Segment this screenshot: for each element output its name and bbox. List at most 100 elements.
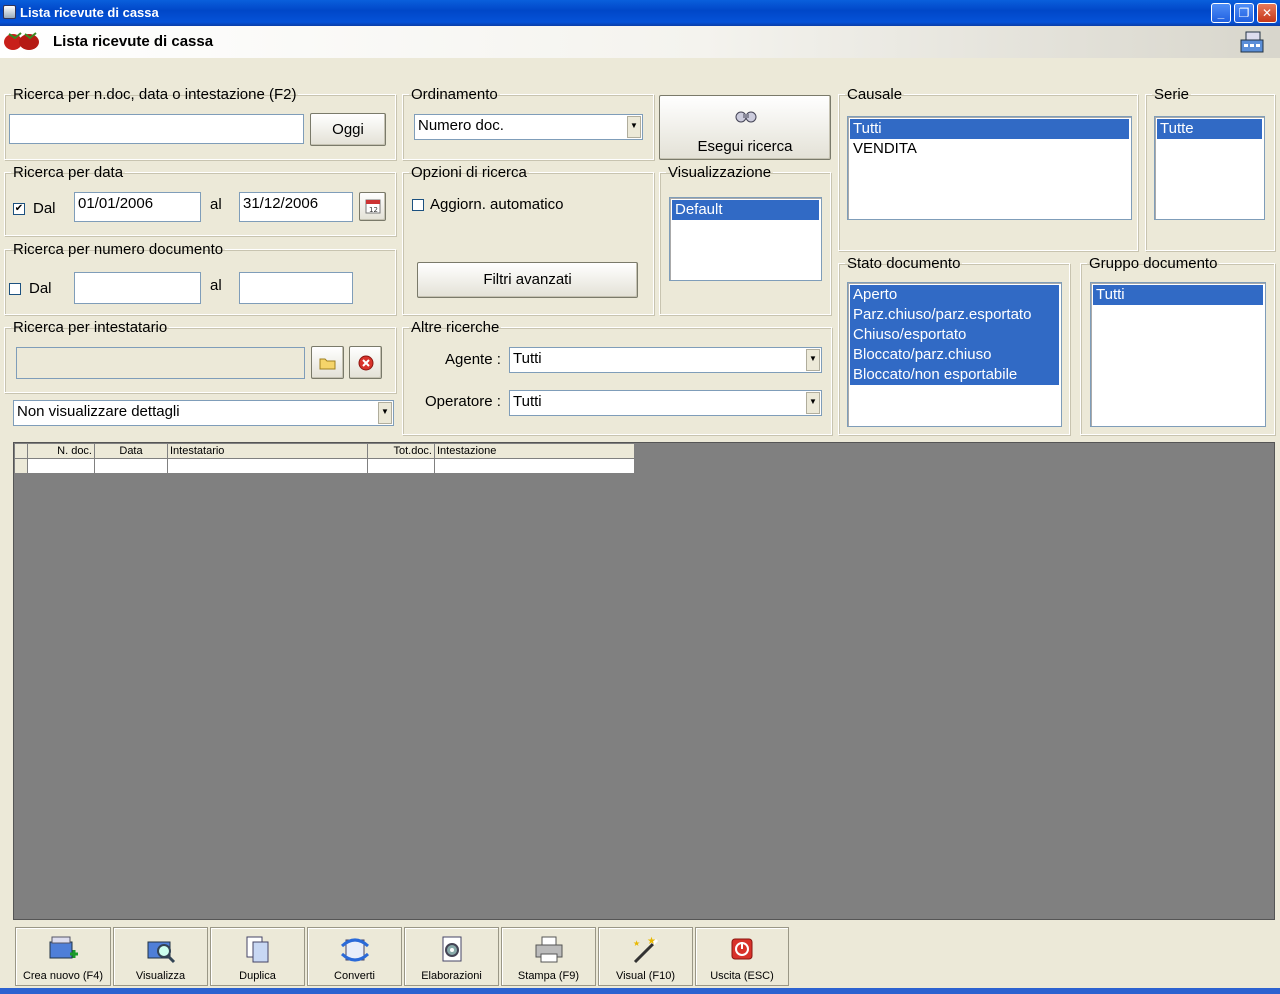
auto-update-label: Aggiorn. automatico [430, 196, 564, 213]
svg-text:12: 12 [369, 206, 378, 214]
exit-button[interactable]: Uscita (ESC) [695, 927, 789, 986]
holder-clear-button[interactable] [349, 346, 382, 379]
table-cell[interactable] [367, 458, 435, 474]
print-button[interactable]: Stampa (F9) [501, 927, 596, 986]
new-document-button[interactable]: Crea nuovo (F4) [15, 927, 111, 986]
column-header-intestatario[interactable]: Intestatario [167, 443, 368, 459]
processing-icon [442, 936, 461, 962]
minimize-button[interactable]: _ [1211, 3, 1231, 23]
agent-combo[interactable]: Tutti ▼ [509, 347, 822, 373]
table-row[interactable] [14, 458, 635, 474]
view-list-item[interactable]: Default [672, 200, 819, 220]
serie-list[interactable]: Tutte [1154, 116, 1265, 220]
search-main-legend: Ricerca per n.doc, data o intestazione (… [13, 86, 297, 103]
sorting-combo[interactable]: Numero doc. ▼ [414, 114, 643, 140]
view-list[interactable]: Default [669, 197, 822, 281]
table-cell[interactable] [434, 458, 635, 474]
duplicate-button[interactable]: Duplica [210, 927, 305, 986]
holder-browse-button[interactable] [311, 346, 344, 379]
search-date-legend: Ricerca per data [13, 164, 124, 181]
doc-state-list-item[interactable]: Parz.chiuso/parz.esportato [850, 305, 1059, 325]
printer-icon [535, 936, 562, 963]
auto-update-checkbox[interactable] [412, 199, 424, 211]
exit-icon [731, 938, 753, 960]
today-button[interactable]: Oggi [310, 113, 386, 146]
agent-label: Agente : [445, 351, 501, 368]
serie-list-item[interactable]: Tutte [1157, 119, 1262, 139]
chevron-down-icon[interactable]: ▼ [806, 349, 820, 371]
visual-label: Visual (F10) [615, 970, 676, 982]
doc-group-list-item[interactable]: Tutti [1093, 285, 1263, 305]
processing-button[interactable]: Elaborazioni [404, 927, 499, 986]
causale-legend: Causale [847, 86, 903, 103]
chevron-down-icon[interactable]: ▼ [627, 116, 641, 138]
svg-text:★: ★ [647, 936, 656, 947]
chevron-down-icon[interactable]: ▼ [806, 392, 820, 414]
sorting-combo-value: Numero doc. [418, 117, 504, 134]
app-icon [3, 5, 16, 19]
svg-text:★: ★ [633, 939, 640, 948]
column-header-intestazione[interactable]: Intestazione [434, 443, 635, 459]
execute-search-button[interactable]: Esegui ricerca [659, 95, 831, 160]
number-from-checkbox[interactable] [9, 283, 21, 295]
results-table[interactable]: N. doc. Data Intestatario Tot.doc. Intes… [14, 443, 635, 474]
date-from-input[interactable]: 01/01/2006 [74, 192, 201, 222]
duplicate-label: Duplica [239, 970, 276, 982]
date-from-label: Dal [33, 200, 56, 217]
causale-list-item[interactable]: VENDITA [850, 139, 1129, 159]
advanced-filters-button[interactable]: Filtri avanzati [417, 262, 638, 298]
convert-button[interactable]: Converti [307, 927, 402, 986]
view-icon [147, 941, 175, 964]
details-combo[interactable]: Non visualizzare dettagli ▼ [13, 400, 394, 426]
doc-state-legend: Stato documento [847, 255, 961, 272]
other-searches-legend: Altre ricerche [411, 319, 500, 336]
doc-state-list-item[interactable]: Bloccato/non esportabile [850, 365, 1059, 385]
holder-input[interactable] [16, 347, 305, 379]
doc-state-list-item[interactable]: Bloccato/parz.chiuso [850, 345, 1059, 365]
number-to-label: al [210, 277, 222, 294]
chevron-down-icon[interactable]: ▼ [378, 402, 392, 424]
doc-state-list[interactable]: Aperto Parz.chiuso/parz.esportato Chiuso… [847, 282, 1062, 427]
causale-list[interactable]: Tutti VENDITA [847, 116, 1132, 220]
convert-label: Converti [334, 970, 375, 982]
print-label: Stampa (F9) [517, 970, 580, 982]
view-label: Visualizza [135, 970, 186, 982]
search-main-input[interactable] [9, 114, 304, 144]
close-button[interactable]: ✕ [1257, 3, 1277, 23]
date-from-checkbox[interactable]: ✔ [13, 203, 25, 215]
table-header-row: N. doc. Data Intestatario Tot.doc. Intes… [14, 443, 635, 459]
binoculars-icon [735, 111, 757, 123]
convert-icon [340, 938, 369, 962]
doc-group-list[interactable]: Tutti [1090, 282, 1266, 427]
visual-button[interactable]: ★ ★ Visual (F10) [598, 927, 693, 986]
search-number-legend: Ricerca per numero documento [13, 241, 224, 258]
execute-search-label: Esegui ricerca [697, 138, 793, 155]
calendar-icon: 12 [365, 199, 380, 214]
calendar-button[interactable]: 12 [359, 192, 386, 221]
date-to-label: al [210, 196, 222, 213]
causale-list-item[interactable]: Tutti [850, 119, 1129, 139]
search-holder-legend: Ricerca per intestatario [13, 319, 168, 336]
row-selector-header [14, 443, 28, 459]
taskbar-strip [0, 988, 1280, 994]
number-from-input[interactable] [74, 272, 201, 304]
operator-combo[interactable]: Tutti ▼ [509, 390, 822, 416]
column-header-ndoc[interactable]: N. doc. [27, 443, 95, 459]
view-button[interactable]: Visualizza [113, 927, 208, 986]
table-cell[interactable] [94, 458, 168, 474]
number-to-input[interactable] [239, 272, 353, 304]
doc-state-list-item[interactable]: Chiuso/esportato [850, 325, 1059, 345]
doc-group-legend: Gruppo documento [1089, 255, 1218, 272]
row-selector[interactable] [14, 458, 28, 474]
new-document-icon [49, 936, 78, 959]
processing-label: Elaborazioni [421, 970, 482, 982]
column-header-totdoc[interactable]: Tot.doc. [367, 443, 435, 459]
date-to-input[interactable]: 31/12/2006 [239, 192, 353, 222]
column-header-data[interactable]: Data [94, 443, 168, 459]
doc-state-list-item[interactable]: Aperto [850, 285, 1059, 305]
table-cell[interactable] [27, 458, 95, 474]
table-cell[interactable] [167, 458, 368, 474]
restore-button[interactable]: ❐ [1234, 3, 1254, 23]
results-grid[interactable]: N. doc. Data Intestatario Tot.doc. Intes… [13, 442, 1275, 920]
sorting-legend: Ordinamento [411, 86, 498, 103]
